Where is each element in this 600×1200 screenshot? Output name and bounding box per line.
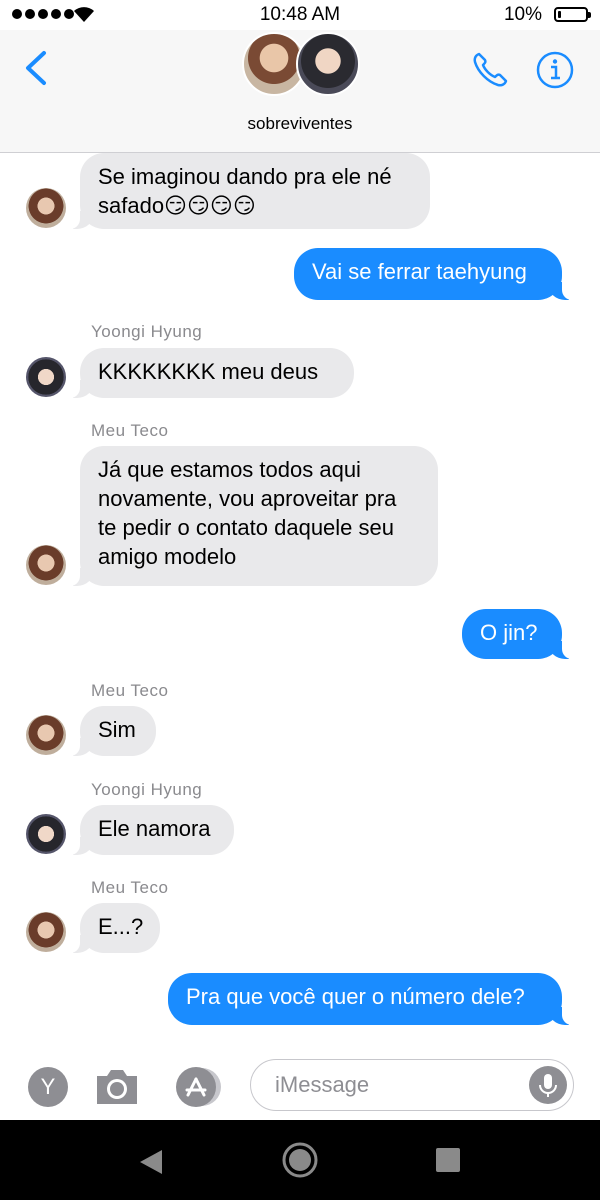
incoming-message[interactable]: KKKKKKKK meu deus (70, 348, 354, 398)
app-drawer-button[interactable]: Y (28, 1067, 68, 1107)
battery-percent: 10% (503, 4, 542, 25)
outgoing-message[interactable]: Vai se ferrar taehyung (294, 248, 572, 300)
battery-icon (554, 7, 591, 22)
message-field[interactable] (250, 1059, 574, 1111)
avatar[interactable] (26, 545, 66, 585)
avatar[interactable] (26, 357, 66, 397)
compose-bar: Y (0, 1050, 600, 1120)
message-text-line: te pedir o contato daquele seu (98, 515, 395, 540)
message-text: O jin? (480, 620, 538, 645)
nav-home-icon[interactable] (282, 1142, 318, 1178)
sender-name: Meu Teco (91, 681, 169, 700)
message-text-line: novamente, vou aproveitar pra (98, 486, 397, 511)
avatar[interactable] (26, 715, 66, 755)
incoming-message[interactable]: Se imaginou dando pra ele né safado😏😏😏😏 (70, 153, 430, 229)
incoming-message[interactable]: Sim (70, 706, 156, 756)
app-store-icon[interactable] (170, 1066, 226, 1108)
info-icon[interactable] (535, 50, 575, 90)
microphone-icon[interactable] (529, 1066, 567, 1104)
conversation-header: sobreviventes (0, 30, 600, 153)
message-text: Pra que você quer o número dele? (186, 984, 525, 1009)
incoming-message[interactable]: Já que estamos todos aqui novamente, vou… (70, 446, 438, 586)
message-text: E...? (98, 914, 144, 939)
incoming-message[interactable]: E...? (70, 903, 160, 953)
outgoing-message[interactable]: Pra que você quer o número dele? (168, 973, 572, 1025)
sender-name: Meu Teco (91, 878, 169, 897)
sender-name: Yoongi Hyung (91, 780, 203, 799)
system-nav-bar (0, 1120, 600, 1200)
message-text: Ele namora (98, 816, 211, 841)
message-text: KKKKKKKK meu deus (98, 359, 319, 384)
message-text-line: amigo modelo (98, 544, 237, 569)
phone-icon[interactable] (470, 50, 510, 90)
group-name[interactable]: sobreviventes (0, 114, 600, 134)
nav-back-icon[interactable] (138, 1148, 164, 1176)
message-text: Vai se ferrar taehyung (312, 259, 527, 284)
chevron-left-icon[interactable] (22, 50, 50, 86)
status-bar: 10:48 AM 10% (0, 0, 600, 30)
avatar[interactable] (26, 814, 66, 854)
camera-icon[interactable] (94, 1066, 140, 1106)
avatar[interactable] (26, 912, 66, 952)
message-text-line: safado😏😏😏😏 (98, 193, 256, 218)
sender-name: Yoongi Hyung (91, 322, 203, 341)
nav-recents-icon[interactable] (436, 1148, 460, 1172)
avatar (296, 32, 360, 96)
incoming-message[interactable]: Ele namora (70, 805, 234, 855)
message-list[interactable]: Se imaginou dando pra ele né safado😏😏😏😏 … (0, 153, 600, 1048)
group-avatars[interactable] (240, 30, 360, 100)
outgoing-message[interactable]: O jin? (462, 609, 572, 659)
message-input[interactable] (273, 1068, 517, 1102)
avatar[interactable] (26, 188, 66, 228)
message-text-line: Se imaginou dando pra ele né (98, 164, 392, 189)
message-text: Sim (98, 717, 136, 742)
message-text-line: Já que estamos todos aqui (98, 457, 361, 482)
sender-name: Meu Teco (91, 421, 169, 440)
